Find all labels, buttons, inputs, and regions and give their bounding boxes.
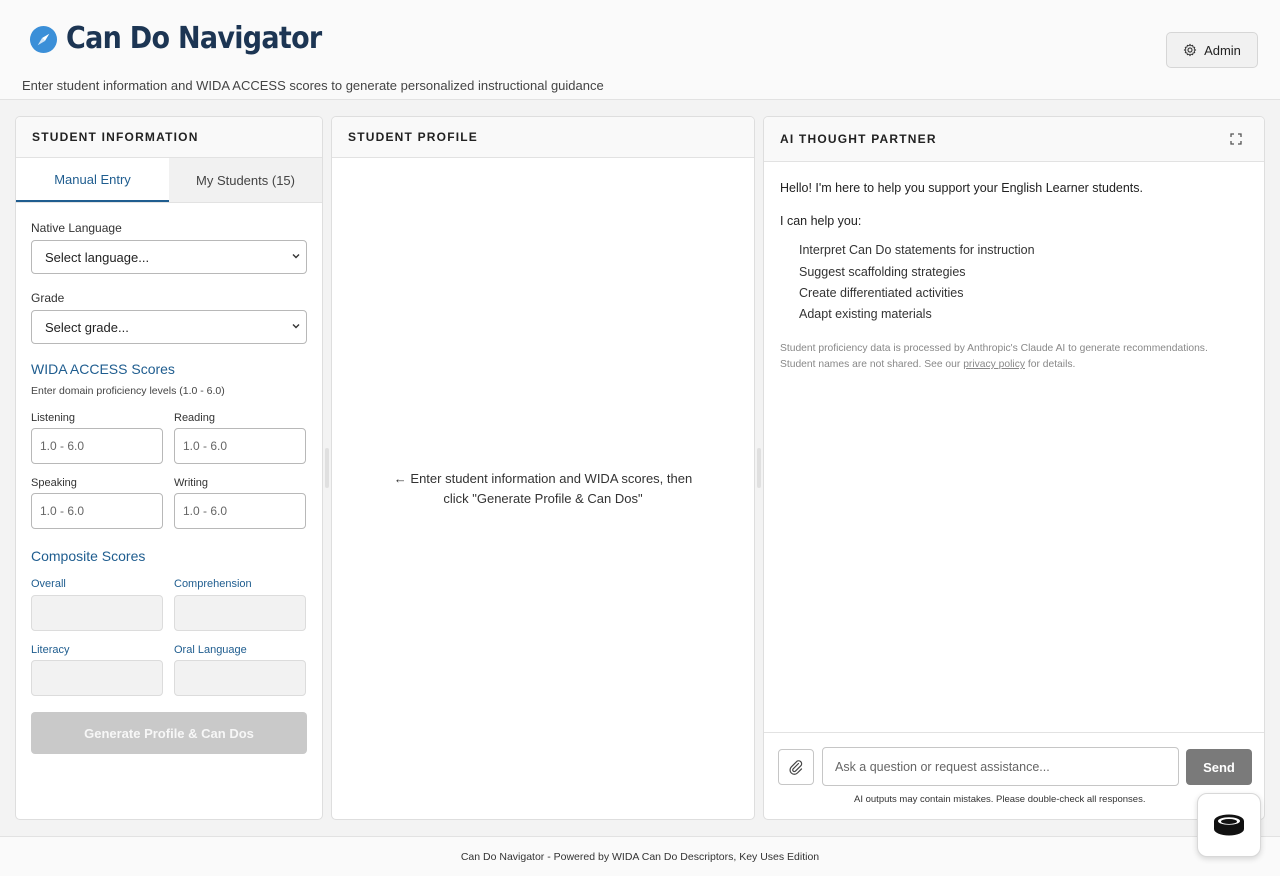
speaking-label: Speaking [31, 477, 77, 489]
compass-icon [29, 25, 58, 54]
assistant-greeting: Hello! I'm here to help you support your… [780, 181, 1144, 195]
help-item: Adapt existing materials [799, 307, 932, 321]
grade-value: Select grade... [45, 319, 129, 335]
privacy-policy-link[interactable]: privacy policy [963, 359, 1025, 370]
native-language-select[interactable]: Select language... [31, 240, 307, 274]
resize-handle-right[interactable] [757, 448, 761, 488]
admin-button[interactable]: Admin [1166, 32, 1258, 68]
wida-scores-hint: Enter domain proficiency levels (1.0 - 6… [31, 385, 225, 397]
ai-thought-partner-heading: AI THOUGHT PARTNER [764, 117, 1264, 162]
listening-label: Listening [31, 412, 76, 424]
oral-language-label: Oral Language [174, 644, 247, 656]
native-language-value: Select language... [45, 249, 150, 265]
ai-disclaimer-note: AI outputs may contain mistakes. Please … [854, 794, 1146, 805]
native-language-label: Native Language [31, 221, 122, 235]
student-information-heading: STUDENT INFORMATION [16, 117, 322, 158]
composite-scores-title: Composite Scores [31, 548, 146, 564]
tab-my-students[interactable]: My Students (15) [169, 158, 322, 202]
admin-label: Admin [1204, 42, 1241, 58]
grade-select[interactable]: Select grade... [31, 310, 307, 344]
paperclip-icon [789, 760, 803, 775]
oral-language-score-field [174, 660, 306, 696]
assistant-help-intro: I can help you: [780, 214, 862, 228]
listening-input[interactable]: 1.0 - 6.0 [31, 428, 163, 464]
writing-input[interactable]: 1.0 - 6.0 [174, 493, 306, 529]
reading-label: Reading [174, 412, 215, 424]
privacy-disclaimer: Student proficiency data is processed by… [780, 341, 1240, 373]
comprehension-score-field [174, 595, 306, 631]
app-title: Can Do Navigator [66, 21, 322, 56]
help-item: Suggest scaffolding strategies [799, 265, 966, 279]
page-subtitle: Enter student information and WIDA ACCES… [22, 78, 604, 93]
chevron-down-icon [292, 324, 300, 329]
help-item: Interpret Can Do statements for instruct… [799, 243, 1035, 257]
empty-state-message: ← Enter student information and WIDA sco… [332, 469, 754, 509]
generate-profile-button[interactable]: Generate Profile & Can Dos [31, 712, 307, 754]
attach-button[interactable] [778, 749, 814, 785]
app-header: Can Do Navigator Enter student informati… [0, 0, 1280, 100]
overall-label: Overall [31, 578, 66, 590]
entry-tabs: Manual Entry My Students (15) [16, 158, 322, 203]
stacked-disc-icon [1214, 814, 1244, 836]
chat-divider [764, 732, 1264, 733]
overall-score-field [31, 595, 163, 631]
student-information-panel: STUDENT INFORMATION Manual Entry My Stud… [15, 116, 323, 820]
literacy-score-field [31, 660, 163, 696]
student-profile-panel: STUDENT PROFILE ← Enter student informat… [331, 116, 755, 820]
writing-label: Writing [174, 477, 209, 489]
resize-handle-left[interactable] [325, 448, 329, 488]
footer-text: Can Do Navigator - Powered by WIDA Can D… [460, 850, 820, 863]
send-button[interactable]: Send [1186, 749, 1252, 785]
wida-scores-title: WIDA ACCESS Scores [31, 361, 175, 377]
ai-thought-partner-panel: AI THOUGHT PARTNER Hello! I'm here to he… [763, 116, 1265, 820]
literacy-label: Literacy [31, 644, 70, 656]
chevron-down-icon [292, 254, 300, 259]
reading-input[interactable]: 1.0 - 6.0 [174, 428, 306, 464]
disclaimer-text-end: for details. [1025, 359, 1076, 370]
page-footer: Can Do Navigator - Powered by WIDA Can D… [0, 836, 1280, 876]
empty-state-line-2: click "Generate Profile & Can Dos" [443, 491, 643, 506]
comprehension-label: Comprehension [174, 578, 252, 590]
ai-thought-partner-title: AI THOUGHT PARTNER [780, 132, 937, 146]
gear-icon [1183, 43, 1197, 57]
tab-manual-entry[interactable]: Manual Entry [16, 158, 169, 202]
help-item: Create differentiated activities [799, 286, 964, 300]
student-profile-heading: STUDENT PROFILE [332, 117, 754, 158]
speaking-input[interactable]: 1.0 - 6.0 [31, 493, 163, 529]
empty-state-line-1: ← Enter student information and WIDA sco… [393, 471, 693, 486]
chat-input[interactable]: Ask a question or request assistance... [822, 747, 1179, 786]
grade-label: Grade [31, 291, 65, 305]
floating-widget-button[interactable] [1197, 793, 1261, 857]
expand-icon[interactable] [1230, 133, 1242, 145]
